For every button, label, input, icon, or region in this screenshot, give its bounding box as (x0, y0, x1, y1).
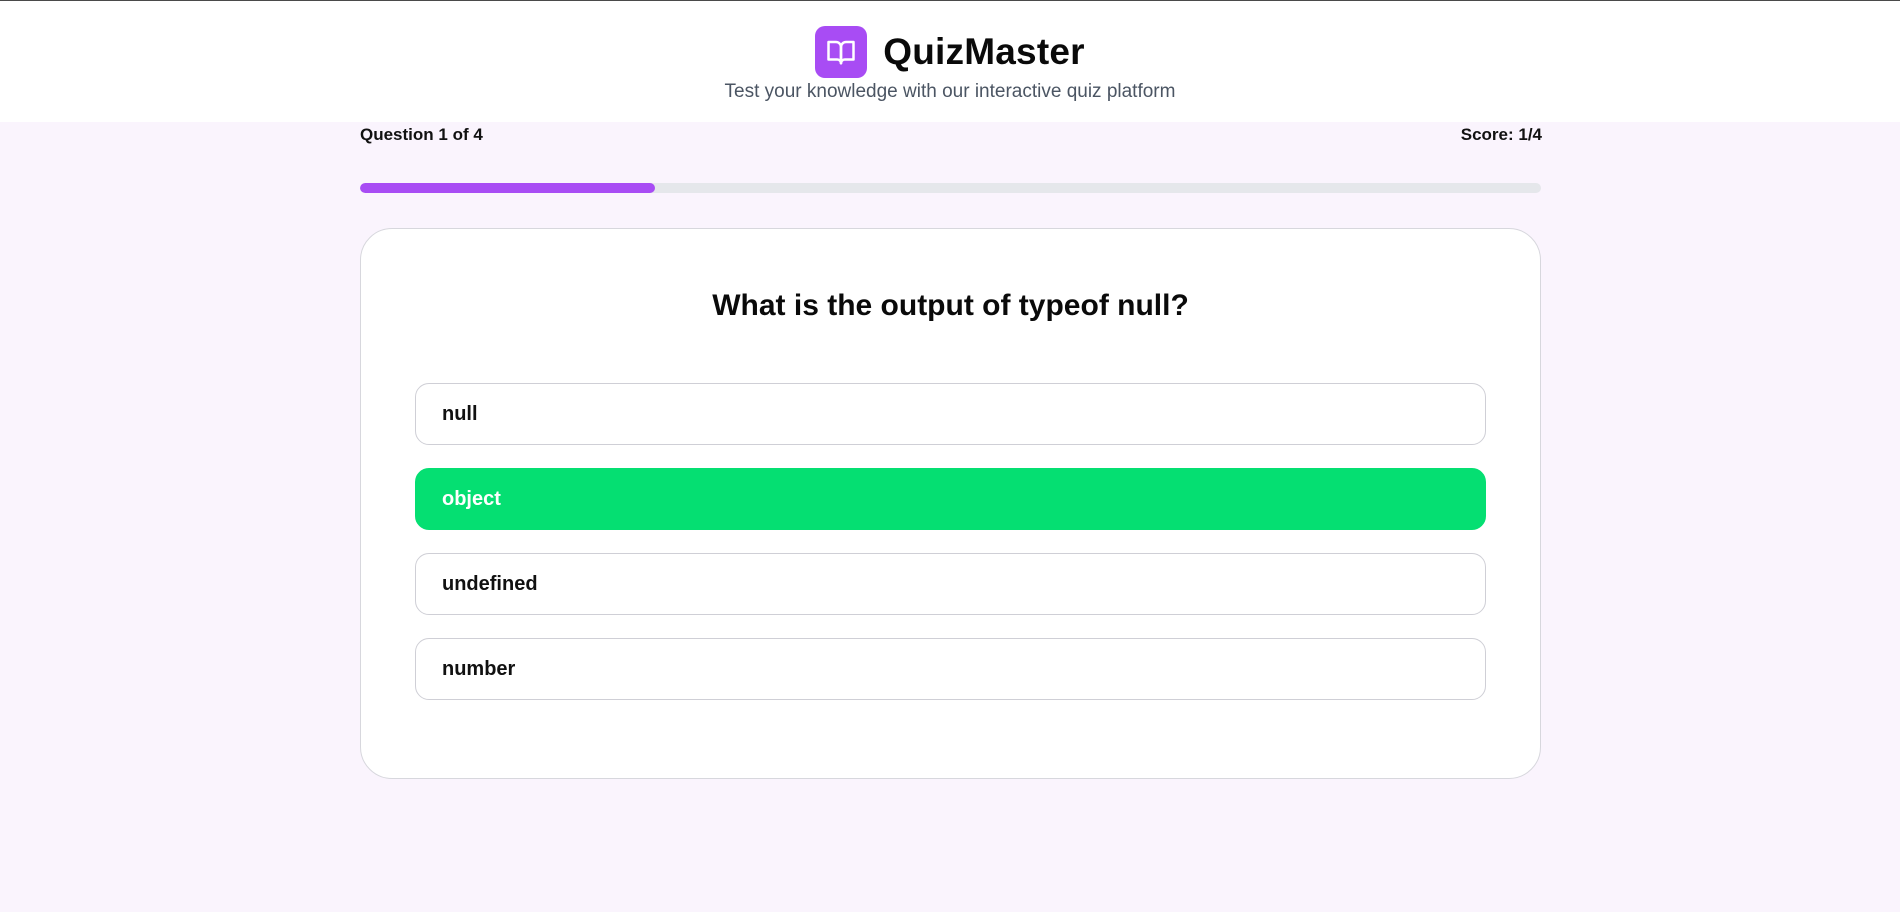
answer-option-label: null (442, 402, 478, 425)
question-counter: Question 1 of 4 (360, 125, 483, 144)
book-open-icon (815, 26, 868, 78)
app-tagline: Test your knowledge with our interactive… (724, 81, 1176, 102)
app-title: QuizMaster (883, 31, 1085, 72)
progress-bar (360, 183, 1541, 193)
answer-option-number[interactable]: number (415, 638, 1486, 700)
app-header: QuizMaster Test your knowledge with our … (0, 1, 1900, 122)
answer-option-label: object (442, 487, 501, 510)
progress-bar-fill (360, 183, 656, 193)
answer-option-undefined[interactable]: undefined (415, 553, 1486, 615)
question-text: What is the output of typeof null? (712, 289, 1189, 322)
answer-option-label: undefined (442, 572, 538, 595)
answer-option-object-correct[interactable]: object (415, 468, 1486, 530)
brand: QuizMaster (0, 26, 1900, 78)
answer-option-label: number (442, 657, 516, 680)
score-display: Score: 1/4 (1460, 125, 1542, 144)
question-card: What is the output of typeof null? null … (360, 228, 1541, 779)
answer-option-null[interactable]: null (415, 383, 1486, 445)
